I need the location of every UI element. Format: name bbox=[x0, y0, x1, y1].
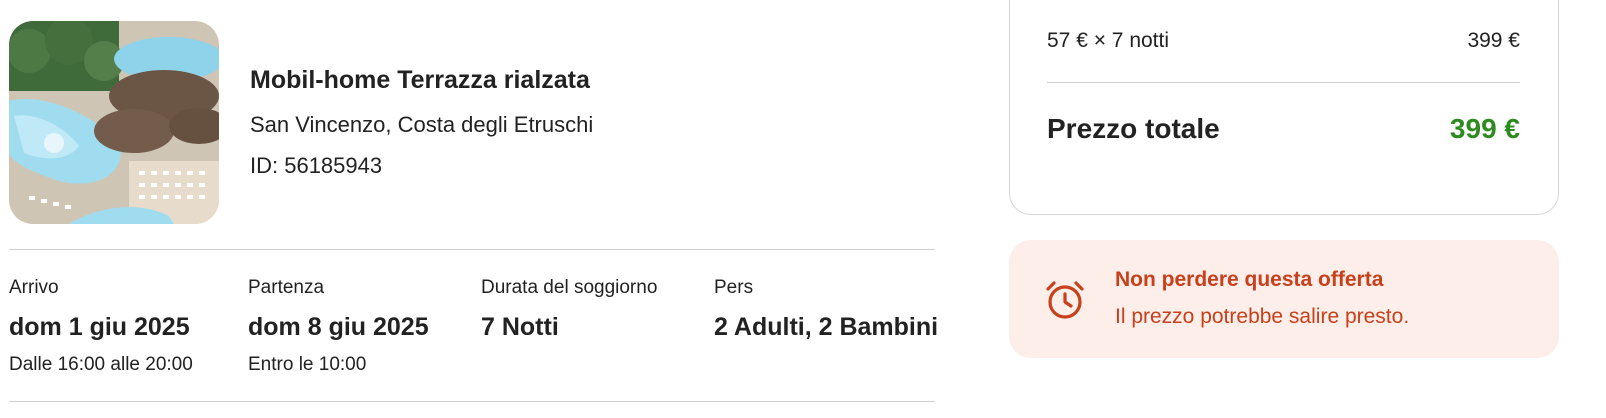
arrival-label: Arrivo bbox=[9, 277, 59, 298]
urgency-banner bbox=[1009, 240, 1559, 358]
property-name: Mobil-home Terrazza rialzata bbox=[250, 66, 590, 94]
arrival-time-window: Dalle 16:00 alle 20:00 bbox=[9, 354, 193, 375]
urgency-message: Il prezzo potrebbe salire presto. bbox=[1115, 305, 1410, 328]
departure-label: Partenza bbox=[248, 277, 325, 298]
price-breakdown-value: 399 € bbox=[1467, 29, 1520, 52]
property-id: ID: 56185943 bbox=[250, 153, 383, 178]
property-photo bbox=[9, 21, 219, 224]
guests-value: 2 Adulti, 2 Bambini bbox=[714, 313, 939, 341]
urgency-title: Non perdere questa offerta bbox=[1115, 268, 1384, 291]
divider bbox=[9, 401, 935, 402]
duration-value: 7 Notti bbox=[481, 313, 559, 341]
booking-summary-page: Mobil-home Terrazza rialzata San Vincenz… bbox=[0, 0, 1606, 418]
guests-info: Pers 2 Adulti, 2 Bambini bbox=[714, 276, 938, 342]
divider bbox=[1047, 82, 1520, 83]
alarm-clock-icon bbox=[1043, 278, 1087, 322]
total-price-label: Prezzo totale bbox=[1047, 113, 1220, 144]
total-price-value: 399 € bbox=[1449, 113, 1520, 144]
arrival-info: Arrivo dom 1 giu 2025 Dalle 16:00 alle 2… bbox=[9, 276, 193, 377]
guests-label: Pers bbox=[714, 277, 754, 298]
duration-label: Durata del soggiorno bbox=[481, 277, 658, 298]
price-breakdown-label: 57 € × 7 notti bbox=[1047, 29, 1170, 52]
departure-info: Partenza dom 8 giu 2025 Entro le 10:00 bbox=[248, 276, 429, 377]
departure-time-window: Entro le 10:00 bbox=[248, 354, 367, 375]
departure-date: dom 8 giu 2025 bbox=[248, 313, 429, 341]
divider bbox=[9, 249, 935, 250]
property-location: San Vincenzo, Costa degli Etruschi bbox=[250, 112, 594, 137]
duration-info: Durata del soggiorno 7 Notti bbox=[481, 276, 657, 342]
arrival-date: dom 1 giu 2025 bbox=[9, 313, 190, 341]
